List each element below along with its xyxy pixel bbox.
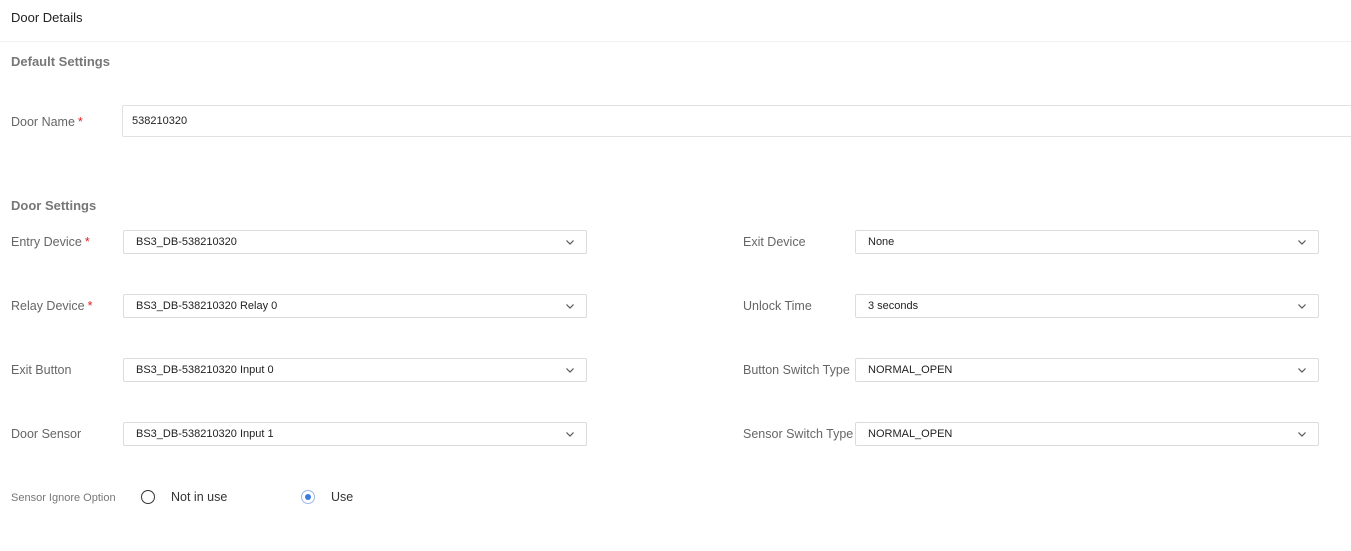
required-mark: * bbox=[84, 235, 90, 249]
radio-button-icon[interactable] bbox=[301, 490, 315, 504]
door-settings-heading: Door Settings bbox=[11, 198, 97, 213]
exit-device-label: Exit Device bbox=[743, 235, 806, 249]
chevron-down-icon bbox=[566, 368, 574, 373]
chevron-down-icon bbox=[1298, 304, 1306, 309]
unlock-time-select[interactable]: 3 seconds bbox=[855, 294, 1319, 318]
entry-device-select[interactable]: BS3_DB-538210320 bbox=[123, 230, 587, 254]
title-divider bbox=[0, 41, 1351, 42]
sensor-switch-type-value: NORMAL_OPEN bbox=[868, 428, 953, 440]
door-name-label-text: Door Name bbox=[11, 115, 75, 129]
relay-device-value: BS3_DB-538210320 Relay 0 bbox=[136, 300, 278, 312]
relay-device-label-text: Relay Device bbox=[11, 299, 85, 313]
relay-device-select[interactable]: BS3_DB-538210320 Relay 0 bbox=[123, 294, 587, 318]
button-switch-type-label: Button Switch Type bbox=[743, 363, 850, 377]
sensor-switch-type-select[interactable]: NORMAL_OPEN bbox=[855, 422, 1319, 446]
door-sensor-label: Door Sensor bbox=[11, 427, 82, 441]
door-sensor-select[interactable]: BS3_DB-538210320 Input 1 bbox=[123, 422, 587, 446]
chevron-down-icon bbox=[1298, 368, 1306, 373]
door-name-input[interactable]: 538210320 bbox=[122, 105, 1351, 137]
button-switch-type-select[interactable]: NORMAL_OPEN bbox=[855, 358, 1319, 382]
radio-button-icon[interactable] bbox=[141, 490, 155, 504]
required-mark: * bbox=[87, 299, 93, 313]
door-name-label: Door Name * bbox=[11, 114, 83, 130]
exit-button-select[interactable]: BS3_DB-538210320 Input 0 bbox=[123, 358, 587, 382]
exit-button-value: BS3_DB-538210320 Input 0 bbox=[136, 364, 274, 376]
entry-device-value: BS3_DB-538210320 bbox=[136, 236, 237, 248]
radio-option-use[interactable]: Use bbox=[301, 490, 353, 504]
chevron-down-icon bbox=[566, 304, 574, 309]
entry-device-label-text: Entry Device bbox=[11, 235, 82, 249]
entry-device-label: Entry Device * bbox=[11, 234, 90, 250]
chevron-down-icon bbox=[566, 432, 574, 437]
door-sensor-value: BS3_DB-538210320 Input 1 bbox=[136, 428, 274, 440]
exit-device-select[interactable]: None bbox=[855, 230, 1319, 254]
required-mark: * bbox=[77, 115, 83, 129]
radio-label-not-in-use: Not in use bbox=[171, 490, 228, 504]
sensor-switch-type-label: Sensor Switch Type bbox=[743, 427, 854, 441]
exit-device-value: None bbox=[868, 236, 895, 248]
sensor-ignore-option-label: Sensor Ignore Option bbox=[11, 492, 116, 504]
default-settings-heading: Default Settings bbox=[11, 54, 110, 69]
chevron-down-icon bbox=[566, 240, 574, 245]
unlock-time-label: Unlock Time bbox=[743, 299, 812, 313]
relay-device-label: Relay Device * bbox=[11, 298, 93, 314]
chevron-down-icon bbox=[1298, 240, 1306, 245]
exit-button-label: Exit Button bbox=[11, 363, 72, 377]
radio-label-use: Use bbox=[331, 490, 354, 504]
unlock-time-value: 3 seconds bbox=[868, 300, 919, 312]
chevron-down-icon bbox=[1298, 432, 1306, 437]
radio-option-not-in-use[interactable]: Not in use bbox=[141, 490, 227, 504]
button-switch-type-value: NORMAL_OPEN bbox=[868, 364, 953, 376]
door-name-value: 538210320 bbox=[132, 115, 188, 127]
page-title: Door Details bbox=[11, 10, 83, 25]
